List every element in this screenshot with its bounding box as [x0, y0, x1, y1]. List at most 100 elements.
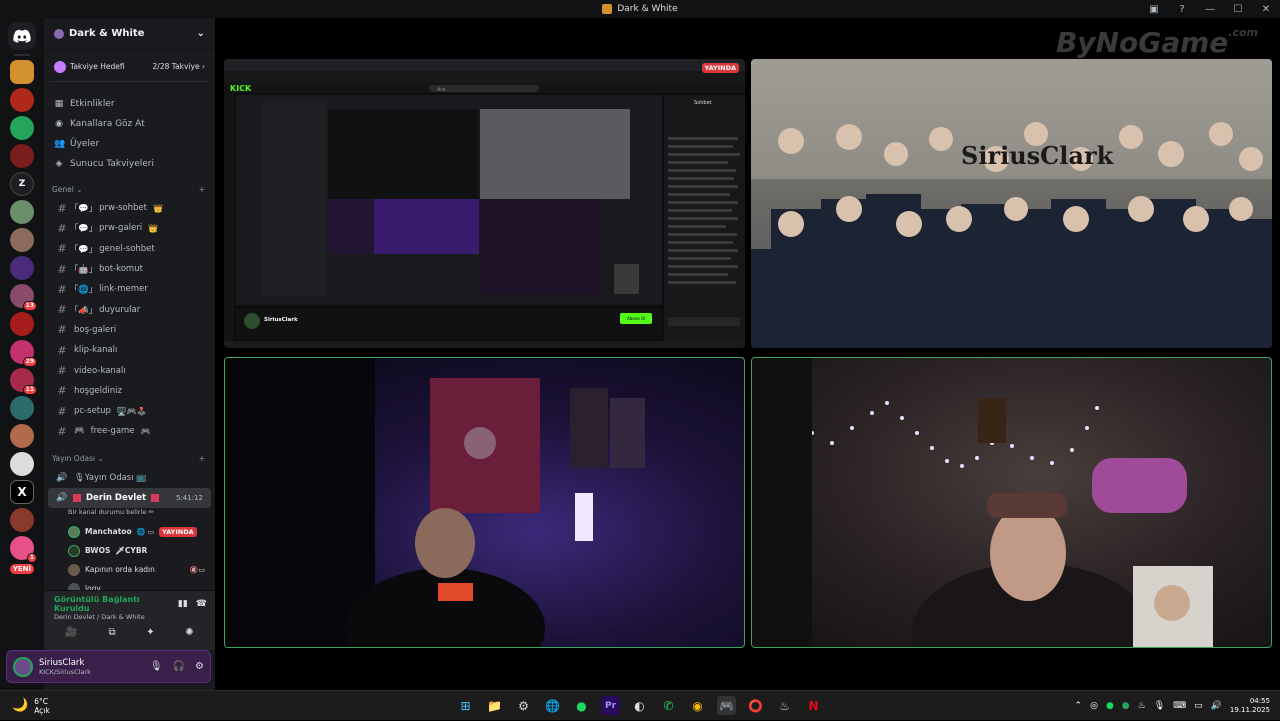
network-icon[interactable]: ▭	[1194, 701, 1203, 711]
close-button[interactable]: ✕	[1252, 4, 1280, 15]
group-photo-image: SiriusClark	[751, 59, 1272, 348]
activities-button[interactable]: ✦	[146, 627, 154, 638]
channel-hosgeldiniz[interactable]: # hoşgeldiniz	[48, 381, 211, 401]
windows-start-icon[interactable]: ⊞	[456, 696, 475, 715]
screen-share-button[interactable]: ⧉	[108, 627, 115, 638]
boost-goal[interactable]: Takviye Hedefi 2/28 Takviye ›	[50, 52, 209, 82]
channel-link-memer[interactable]: # ｢🌐｣ link-memer	[48, 279, 211, 299]
user-name[interactable]: SiriusClark	[39, 658, 91, 668]
premiere-pro-icon[interactable]: Pr	[601, 696, 620, 715]
edge-browser-icon[interactable]: 🌐	[543, 696, 562, 715]
server-purple[interactable]	[10, 256, 34, 280]
server-img4[interactable]: 29	[10, 340, 37, 367]
tray-green-icon[interactable]: ●	[1122, 701, 1130, 711]
chrome-icon[interactable]: ◉	[688, 696, 707, 715]
microphone-icon[interactable]: 🎙	[150, 661, 163, 672]
channel-genel-sohbet[interactable]: # ｢💬｣ genel-sohbet	[48, 239, 211, 259]
user-avatar[interactable]	[13, 656, 33, 677]
disconnect-icon[interactable]: ☎	[196, 599, 207, 609]
soundboard-button[interactable]: ✺	[185, 627, 193, 638]
weather-widget[interactable]: 🌙 6°C Açık	[0, 697, 50, 715]
server-x[interactable]: X	[10, 480, 34, 504]
channel-bos-galeri[interactable]: # boş-galeri	[48, 320, 211, 340]
connection-status[interactable]: Görüntülü Bağlantı Kuruldu	[54, 595, 178, 613]
minimize-button[interactable]: —	[1196, 4, 1224, 15]
server-img7[interactable]	[10, 424, 34, 448]
settings-gear-icon[interactable]: ⚙	[195, 661, 204, 672]
server-img2[interactable]	[10, 228, 34, 252]
server-img8[interactable]	[10, 452, 34, 476]
server-header[interactable]: Dark & White ⌄	[44, 18, 215, 50]
netflix-icon[interactable]: N	[804, 696, 823, 715]
tray-app-icon[interactable]: ◎	[1090, 701, 1098, 711]
voice-user-name: Kapının orda kadın	[85, 565, 155, 575]
voice-user[interactable]: BWOS 🗡CYBR	[44, 541, 215, 560]
live-badge: YAYINDA	[701, 63, 739, 73]
add-channel-icon[interactable]: +	[199, 185, 205, 194]
settings-app-icon[interactable]: ⚙	[514, 696, 533, 715]
channel-prw-sohbet[interactable]: # ｢💬｣ prw-sohbet 👑	[48, 198, 211, 218]
server-img3[interactable]: 13	[10, 284, 37, 311]
webcam-tile-manchatoo[interactable]	[224, 357, 745, 648]
volume-icon[interactable]: 🔊	[1211, 701, 1222, 711]
voice-user[interactable]: Kapının orda kadın 🔇▭	[44, 560, 215, 579]
category-general[interactable]: Genel ⌄ +	[44, 180, 215, 198]
inbox-icon[interactable]: ▣	[1140, 4, 1168, 15]
kick-logo: KICK	[230, 84, 252, 93]
server-pink[interactable]: 1	[10, 536, 37, 563]
server-x-glyph: X	[17, 485, 27, 499]
maximize-button[interactable]: ☐	[1224, 4, 1252, 15]
keyboard-icon[interactable]: ⌨	[1173, 701, 1186, 711]
server-dark-white[interactable]	[10, 60, 34, 84]
discord-home-button[interactable]	[8, 22, 36, 50]
file-explorer-icon[interactable]: 📁	[485, 696, 504, 715]
server-img6[interactable]	[10, 396, 34, 420]
menu-events[interactable]: ▦ Etkinlikler	[44, 94, 215, 114]
add-channel-icon[interactable]: +	[199, 454, 205, 463]
obs-icon[interactable]: ◐	[630, 696, 649, 715]
signal-icon[interactable]: ▮▮	[178, 599, 188, 609]
channel-name: free-game	[90, 426, 135, 437]
camera-button[interactable]: 🎥	[65, 627, 77, 638]
channel-video-kanali[interactable]: # video-kanalı	[48, 360, 211, 380]
server-red[interactable]	[10, 88, 34, 112]
channel-duyurular[interactable]: # ｢📣｣ duyurular	[48, 299, 211, 319]
channel-prw-galeri[interactable]: # ｢💬｣ prw-galeri 👑	[48, 218, 211, 238]
tray-steam-icon[interactable]: ♨	[1138, 701, 1146, 711]
opera-gx-icon[interactable]: ⭕	[746, 696, 765, 715]
voice-channel-derin-devlet[interactable]: 🔊 Derin Devlet 5:41:12	[48, 487, 211, 509]
tray-spotify-icon[interactable]: ●	[1106, 701, 1114, 711]
category-voice[interactable]: Yayın Odası ⌄ +	[44, 450, 215, 468]
image-share-tile[interactable]: SiriusClark	[751, 59, 1272, 348]
menu-server-boosts[interactable]: ◈ Sunucu Takviyeleri	[44, 154, 215, 174]
help-icon[interactable]: ?	[1168, 4, 1196, 15]
menu-members[interactable]: 👥 Üyeler	[44, 134, 215, 154]
webcam-feed	[225, 358, 645, 647]
voice-user-tag: 🗡CYBR	[115, 546, 148, 556]
webcam-tile-siriusclark[interactable]	[751, 357, 1272, 648]
channel-bot-komut[interactable]: # ｢🤖｣ bot-komut	[48, 259, 211, 279]
server-z[interactable]: Z	[10, 172, 34, 196]
server-img9[interactable]	[10, 508, 34, 532]
voice-user[interactable]: Manchatoo 🌐 ▭ YAYINDA	[44, 522, 215, 541]
spotify-icon[interactable]: ●	[572, 696, 591, 715]
steam-icon[interactable]: ♨	[775, 696, 794, 715]
server-bulls[interactable]	[10, 312, 34, 336]
whatsapp-icon[interactable]: ✆	[659, 696, 678, 715]
screen-share-tile[interactable]: KICK Ara Sohbet SiriusClark Abone Ol YAY…	[224, 59, 745, 348]
clock[interactable]: 04:55 19.11.2025	[1230, 697, 1270, 715]
server-img5[interactable]: 11	[10, 368, 37, 395]
headphones-icon[interactable]: 🎧	[173, 661, 185, 672]
tray-mic-icon[interactable]: 🎙	[1154, 701, 1165, 711]
server-green[interactable]	[10, 116, 34, 140]
server-img1[interactable]	[10, 200, 34, 224]
channel-free-game[interactable]: # 🎮 free-game 🎮	[48, 421, 211, 441]
menu-browse-channels[interactable]: ◉ Kanallara Göz At	[44, 114, 215, 134]
voice-channel-yayin-odasi[interactable]: 🔊 🎙Yayın Odası 📺	[48, 468, 211, 488]
channel-klip-kanali[interactable]: # klip-kanalı	[48, 340, 211, 360]
discord-taskbar-icon[interactable]: 🎮	[717, 696, 736, 715]
server-red-1[interactable]	[10, 144, 34, 168]
channel-pc-setup[interactable]: # pc-setup 🖥️🎮🕹️	[48, 401, 211, 421]
chevron-up-icon[interactable]: ⌃	[1075, 701, 1083, 711]
channel-status[interactable]: Bir kanal durumu belirle ✏	[44, 508, 215, 522]
